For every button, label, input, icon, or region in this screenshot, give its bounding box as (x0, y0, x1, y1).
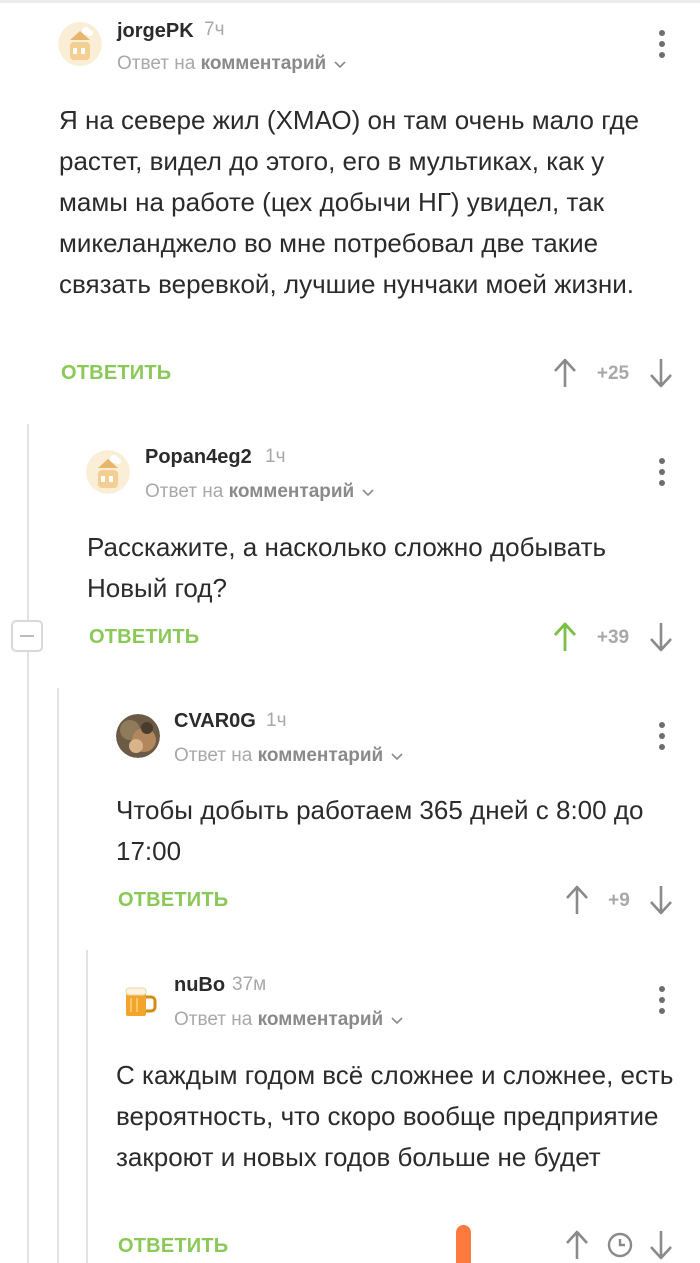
comment-text: Расскажите, а насколько сложно добывать … (87, 532, 607, 603)
reply-to-link[interactable]: Ответ на комментарий (117, 53, 346, 75)
comment-text: Чтобы добыть работаем 365 дней с 8:00 до… (116, 795, 644, 866)
avatar[interactable] (58, 22, 102, 66)
upvote-arrow-icon[interactable] (565, 1230, 589, 1260)
comment-menu-button[interactable] (658, 30, 666, 58)
reply-prefix: Ответ на (174, 745, 253, 766)
chevron-down-icon (390, 1017, 403, 1025)
upvote-arrow-icon[interactable] (565, 885, 589, 915)
downvote-arrow-icon[interactable] (649, 358, 673, 388)
comment-time: 1ч (266, 710, 287, 731)
downvote-arrow-icon[interactable] (649, 885, 673, 915)
reply-to-link[interactable]: Ответ на комментарий (174, 745, 403, 767)
comment-time: 37м (232, 974, 267, 995)
reply-target: комментарий (257, 745, 384, 766)
comment-text: С каждым годом всё сложнее и сложнее, ес… (116, 1060, 674, 1172)
upvote-arrow-icon[interactable] (553, 358, 577, 388)
comment-time: 7ч (204, 19, 225, 40)
scroll-indicator (456, 1225, 471, 1263)
rating-value: +39 (596, 627, 630, 648)
reply-button[interactable]: ОТВЕТИТЬ (118, 1235, 228, 1258)
reply-prefix: Ответ на (145, 481, 224, 502)
rating-value: +25 (596, 363, 630, 384)
avatar[interactable] (116, 978, 160, 1022)
thread-line-level1[interactable] (27, 424, 29, 1263)
upvote-arrow-icon[interactable] (553, 622, 577, 652)
author-name[interactable]: jorgePK (117, 20, 194, 43)
comment-menu-button[interactable] (658, 986, 666, 1014)
chevron-down-icon (333, 61, 346, 69)
avatar[interactable] (86, 450, 130, 494)
default-avatar-icon (58, 22, 102, 66)
default-avatar-icon (86, 450, 130, 494)
comment-text: Я на севере жил (ХМАО) он там очень мало… (59, 105, 640, 299)
chevron-down-icon (361, 489, 374, 497)
photo-avatar-icon (116, 714, 160, 758)
comment-menu-button[interactable] (658, 722, 666, 750)
reply-target: комментарий (228, 481, 355, 502)
avatar[interactable] (116, 714, 160, 758)
collapse-thread-button[interactable] (11, 620, 43, 652)
comment-time: 1ч (265, 446, 286, 467)
author-name[interactable]: Popan4eg2 (145, 446, 252, 469)
clock-icon (607, 1232, 633, 1258)
beer-mug-icon (116, 978, 160, 1022)
comment-menu-button[interactable] (658, 458, 666, 486)
reply-button[interactable]: ОТВЕТИТЬ (61, 362, 171, 385)
reply-target: комментарий (200, 53, 327, 74)
reply-button[interactable]: ОТВЕТИТЬ (118, 889, 228, 912)
reply-to-link[interactable]: Ответ на комментарий (145, 481, 374, 503)
downvote-arrow-icon[interactable] (649, 1230, 673, 1260)
chevron-down-icon (390, 753, 403, 761)
reply-button[interactable]: ОТВЕТИТЬ (89, 626, 199, 649)
top-divider (0, 0, 700, 3)
rating-value: +9 (608, 890, 630, 911)
reply-target: комментарий (257, 1009, 384, 1030)
downvote-arrow-icon[interactable] (649, 622, 673, 652)
author-name[interactable]: CVAR0G (174, 710, 256, 733)
reply-to-link[interactable]: Ответ на комментарий (174, 1009, 403, 1031)
thread-line-level3[interactable] (86, 950, 88, 1263)
thread-line-level2[interactable] (57, 688, 59, 1263)
reply-prefix: Ответ на (174, 1009, 253, 1030)
author-name[interactable]: nuBo (174, 974, 225, 997)
reply-prefix: Ответ на (117, 53, 196, 74)
